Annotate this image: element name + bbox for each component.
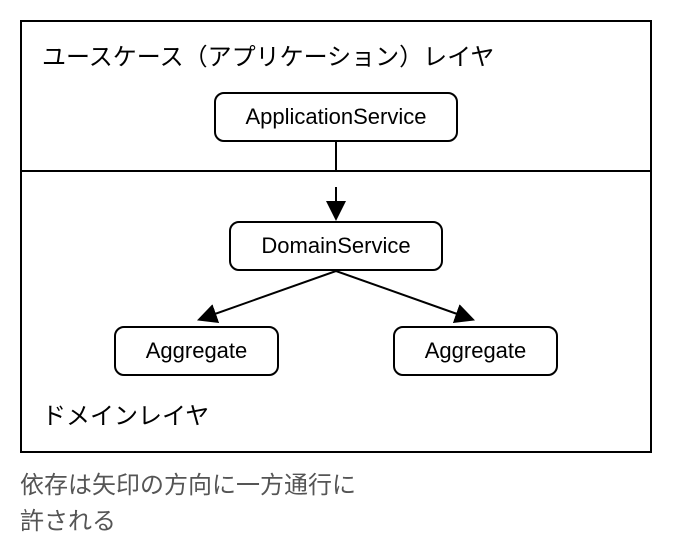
layer-diagram: ユースケース（アプリケーション）レイヤ ApplicationService D… (20, 20, 652, 453)
domain-service-node: DomainService (229, 221, 442, 271)
aggregate-right-node: Aggregate (393, 326, 559, 376)
usecase-layer-title: ユースケース（アプリケーション）レイヤ (42, 37, 630, 72)
arrow-down-icon (326, 142, 346, 170)
application-service-node: ApplicationService (214, 92, 459, 142)
diagram-caption: 依存は矢印の方向に一方通行に 許される (20, 468, 652, 540)
split-arrows-icon (42, 271, 630, 326)
usecase-node-row: ApplicationService (42, 92, 630, 142)
domain-layer-title: ドメインレイヤ (42, 396, 630, 431)
caption-line-1: 依存は矢印の方向に一方通行に (20, 472, 356, 499)
domain-service-row: DomainService (42, 221, 630, 271)
arrow-down-head-icon (326, 187, 346, 221)
usecase-layer: ユースケース（アプリケーション）レイヤ ApplicationService (22, 22, 650, 172)
domain-layer: DomainService Aggregate Aggregate ドメインレイ… (22, 172, 650, 451)
caption-line-2: 許される (20, 508, 116, 535)
aggregate-left-node: Aggregate (114, 326, 280, 376)
arrow-split (42, 271, 630, 326)
aggregate-row: Aggregate Aggregate (42, 326, 630, 376)
